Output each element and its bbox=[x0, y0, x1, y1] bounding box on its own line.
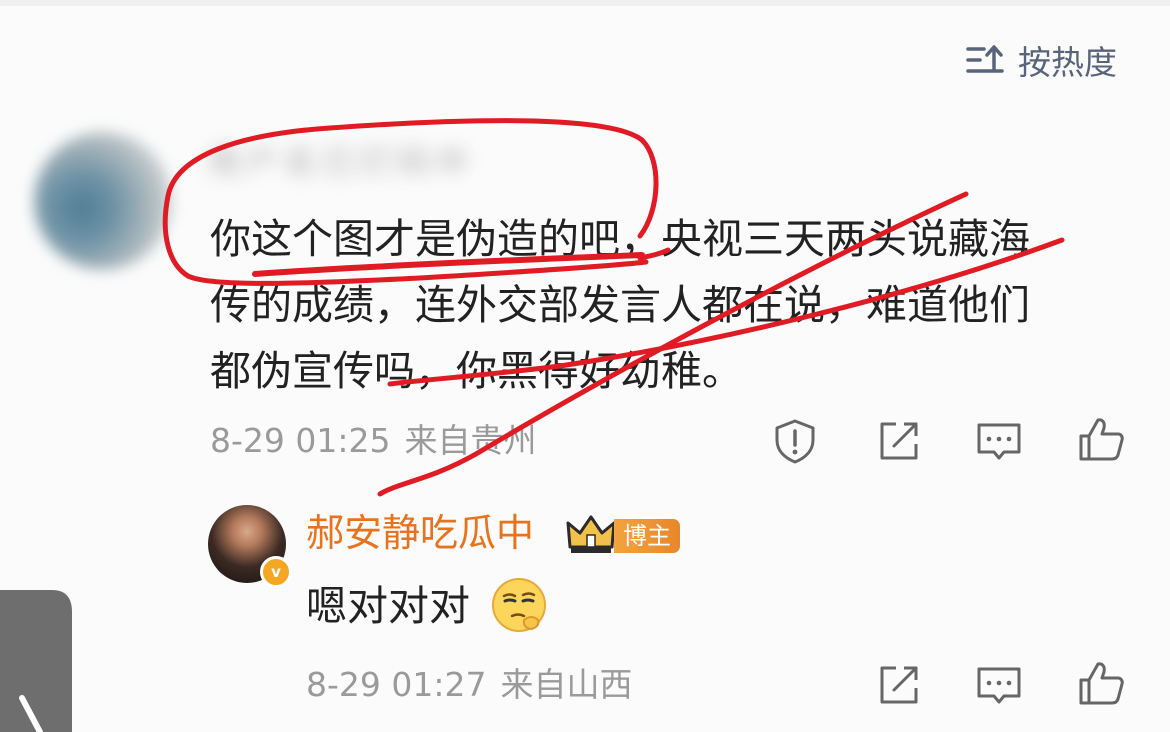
share-button[interactable] bbox=[874, 416, 924, 466]
comment-line: 都伪宣传吗，你黑得好幼稚。 bbox=[210, 347, 743, 395]
blogger-badge: 博主 bbox=[614, 519, 680, 553]
reply-author[interactable]: 郝安静吃瓜中 bbox=[306, 508, 534, 558]
reply-location: 来自山西 bbox=[500, 665, 633, 704]
report-button[interactable] bbox=[770, 416, 820, 466]
thinking-face-emoji bbox=[492, 578, 546, 632]
comment-icon bbox=[977, 423, 1021, 460]
like-icon bbox=[1079, 418, 1124, 461]
reply-comment-button[interactable] bbox=[974, 660, 1024, 710]
verified-badge: v bbox=[260, 556, 292, 588]
comment-screen: 按热度 用户名已打码中 你这个图才是伪造的吧，央视三天两头说藏海 传的成绩，连外… bbox=[0, 0, 1170, 732]
sort-label: 按热度 bbox=[1018, 43, 1117, 82]
reply-date: 8-29 01:27 bbox=[306, 665, 487, 704]
blurred-username[interactable]: 用户名已打码中 bbox=[208, 140, 526, 184]
share-icon bbox=[880, 666, 918, 704]
like-icon bbox=[1079, 662, 1124, 705]
comment-date: 8-29 01:25 bbox=[210, 421, 391, 460]
comment-button[interactable] bbox=[974, 416, 1024, 466]
reply-text: 嗯对对对 bbox=[306, 582, 470, 630]
report-icon bbox=[775, 419, 815, 464]
comment-line: 传的成绩，连外交部发言人都在说，难道他们 bbox=[210, 281, 1030, 329]
comment-meta: 8-29 01:25 来自贵州 bbox=[210, 416, 537, 466]
reply-like-button[interactable] bbox=[1076, 658, 1126, 708]
comment-text: 你这个图才是伪造的吧，央视三天两头说藏海 传的成绩，连外交部发言人都在说，难道他… bbox=[210, 206, 1130, 404]
reply-meta: 8-29 01:27 来自山西 bbox=[306, 660, 633, 710]
comment-icon bbox=[977, 667, 1021, 704]
share-icon bbox=[880, 422, 918, 460]
like-button[interactable] bbox=[1076, 414, 1126, 464]
top-divider bbox=[0, 0, 1170, 6]
comment-location: 来自贵州 bbox=[404, 421, 537, 460]
sort-by-heat-button[interactable]: 按热度 bbox=[966, 36, 1117, 84]
crown-icon bbox=[566, 515, 616, 553]
sort-icon bbox=[966, 45, 1004, 73]
blurred-avatar[interactable] bbox=[34, 132, 172, 270]
reply-share-button[interactable] bbox=[874, 660, 924, 710]
floating-widget bbox=[0, 590, 72, 732]
comment-line: 你这个图才是伪造的吧，央视三天两头说藏海 bbox=[210, 215, 1030, 263]
